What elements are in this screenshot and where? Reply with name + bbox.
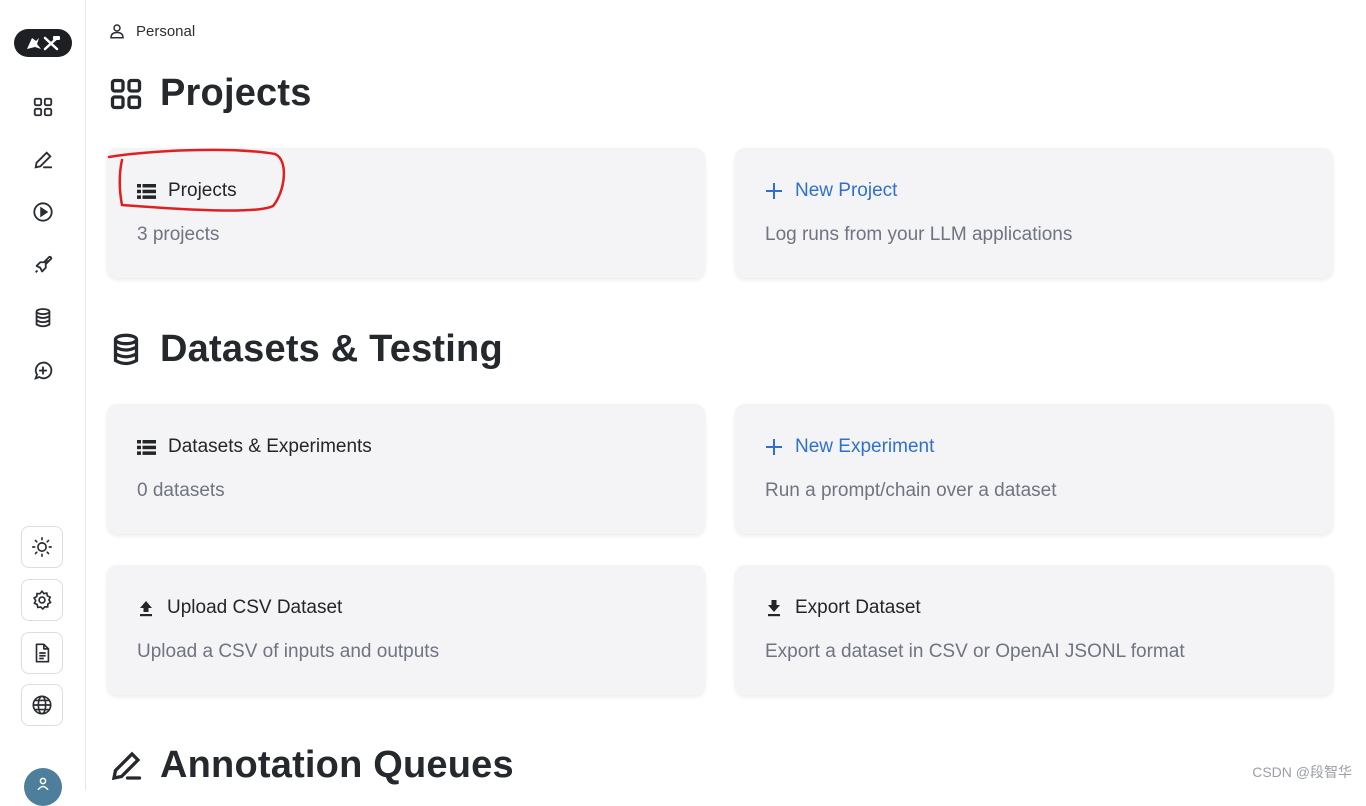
chat-plus-icon (34, 361, 53, 380)
nav-deploy[interactable] (29, 251, 57, 279)
nav-annotation[interactable] (29, 146, 57, 174)
upload-csv-card[interactable]: Upload CSV Dataset Upload a CSV of input… (107, 565, 705, 695)
watermark: CSDN @段智华 (1252, 764, 1352, 780)
user-avatar-icon (37, 777, 49, 790)
grid-icon (110, 78, 142, 109)
card-subtitle: Log runs from your LLM applications (765, 224, 1073, 245)
docs-button[interactable] (21, 632, 63, 674)
plus-icon (766, 439, 782, 455)
card-title: Projects (168, 180, 237, 201)
download-icon (768, 600, 780, 617)
card-title: Upload CSV Dataset (167, 597, 343, 618)
new-project-card[interactable]: New Project Log runs from your LLM appli… (735, 148, 1333, 278)
list-icon (137, 183, 156, 199)
card-header: New Experiment (765, 436, 934, 458)
card-subtitle: 3 projects (137, 224, 220, 245)
upload-icon (140, 601, 152, 617)
gear-icon (32, 590, 52, 611)
datasets-section-heading: Datasets & Testing (108, 328, 503, 371)
section-title: Projects (160, 72, 312, 114)
avatar[interactable] (24, 768, 62, 806)
card-title: Export Dataset (795, 597, 921, 618)
list-icon (137, 439, 156, 455)
language-button[interactable] (21, 684, 63, 726)
card-header: Export Dataset (765, 597, 921, 619)
settings-button[interactable] (21, 579, 63, 621)
card-title: Datasets & Experiments (168, 436, 372, 457)
projects-section-heading: Projects (108, 72, 312, 115)
nav-feedback[interactable] (29, 357, 57, 385)
breadcrumb[interactable]: Personal (108, 22, 195, 40)
grid-icon (33, 97, 53, 117)
database-icon (113, 333, 139, 365)
document-icon (35, 643, 50, 663)
card-subtitle: 0 datasets (137, 480, 225, 501)
card-subtitle: Export a dataset in CSV or OpenAI JSONL … (765, 641, 1185, 662)
database-icon (35, 308, 51, 328)
nav-home[interactable] (29, 93, 57, 121)
user-icon (110, 24, 124, 39)
card-header: Datasets & Experiments (137, 436, 372, 458)
card-title: New Project (795, 180, 898, 201)
card-header: Projects (137, 180, 237, 202)
section-title: Datasets & Testing (160, 328, 503, 370)
new-experiment-card[interactable]: New Experiment Run a prompt/chain over a… (735, 404, 1333, 534)
theme-toggle-button[interactable] (21, 526, 63, 568)
rocket-icon (35, 255, 53, 273)
card-subtitle: Upload a CSV of inputs and outputs (137, 641, 440, 662)
workspace-label: Personal (136, 22, 196, 40)
sun-icon (32, 537, 52, 557)
pencil-icon (111, 751, 142, 780)
datasets-card[interactable]: Datasets & Experiments 0 datasets (107, 404, 705, 534)
pencil-icon (34, 151, 53, 169)
export-dataset-card[interactable]: Export Dataset Export a dataset in CSV o… (735, 565, 1333, 695)
main-content: Personal Projects Projects 3 projects Ne… (86, 0, 1366, 790)
sidebar (0, 0, 86, 806)
parrot-tools-icon (27, 36, 60, 51)
card-subtitle: Run a prompt/chain over a dataset (765, 480, 1057, 501)
section-title: Annotation Queues (160, 744, 514, 786)
projects-card[interactable]: Projects 3 projects (107, 148, 705, 278)
card-header: Upload CSV Dataset (137, 597, 342, 619)
globe-icon (32, 695, 52, 715)
app-logo[interactable] (14, 29, 72, 57)
annotation-section-heading: Annotation Queues (108, 744, 514, 787)
play-icon (33, 202, 53, 222)
plus-icon (766, 183, 782, 199)
card-title: New Experiment (795, 436, 935, 457)
card-header: New Project (765, 180, 897, 202)
nav-datasets[interactable] (29, 304, 57, 332)
nav-playground[interactable] (29, 198, 57, 226)
